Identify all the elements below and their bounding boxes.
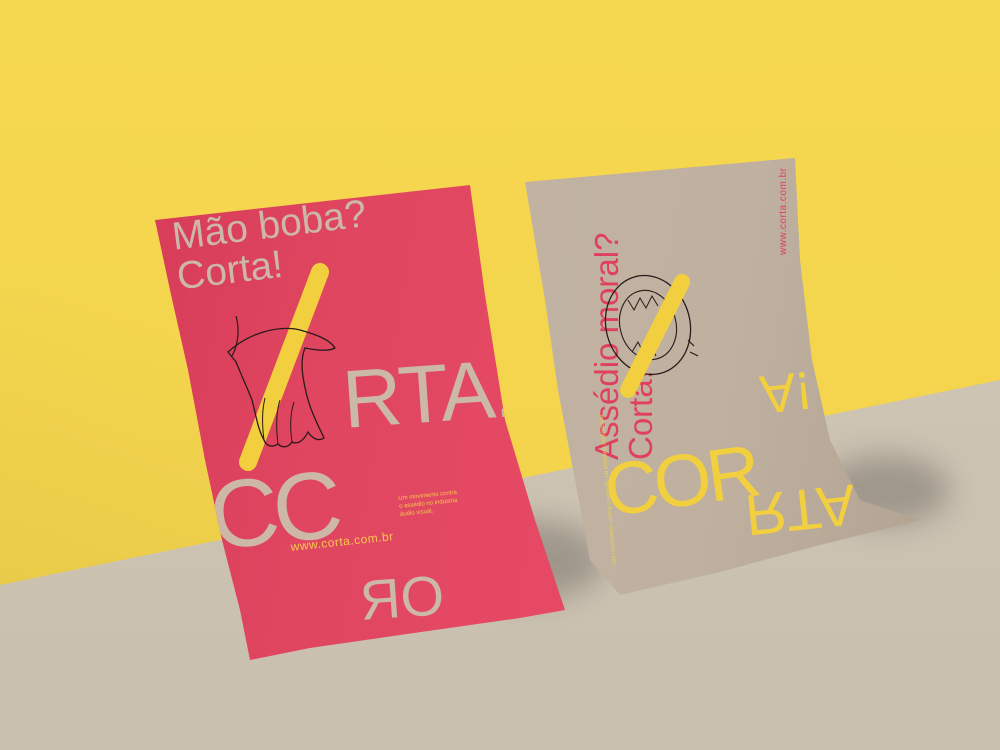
mockup-scene: Mão boba? Corta! RTA! CC OR www.corta.co… (0, 0, 1000, 750)
